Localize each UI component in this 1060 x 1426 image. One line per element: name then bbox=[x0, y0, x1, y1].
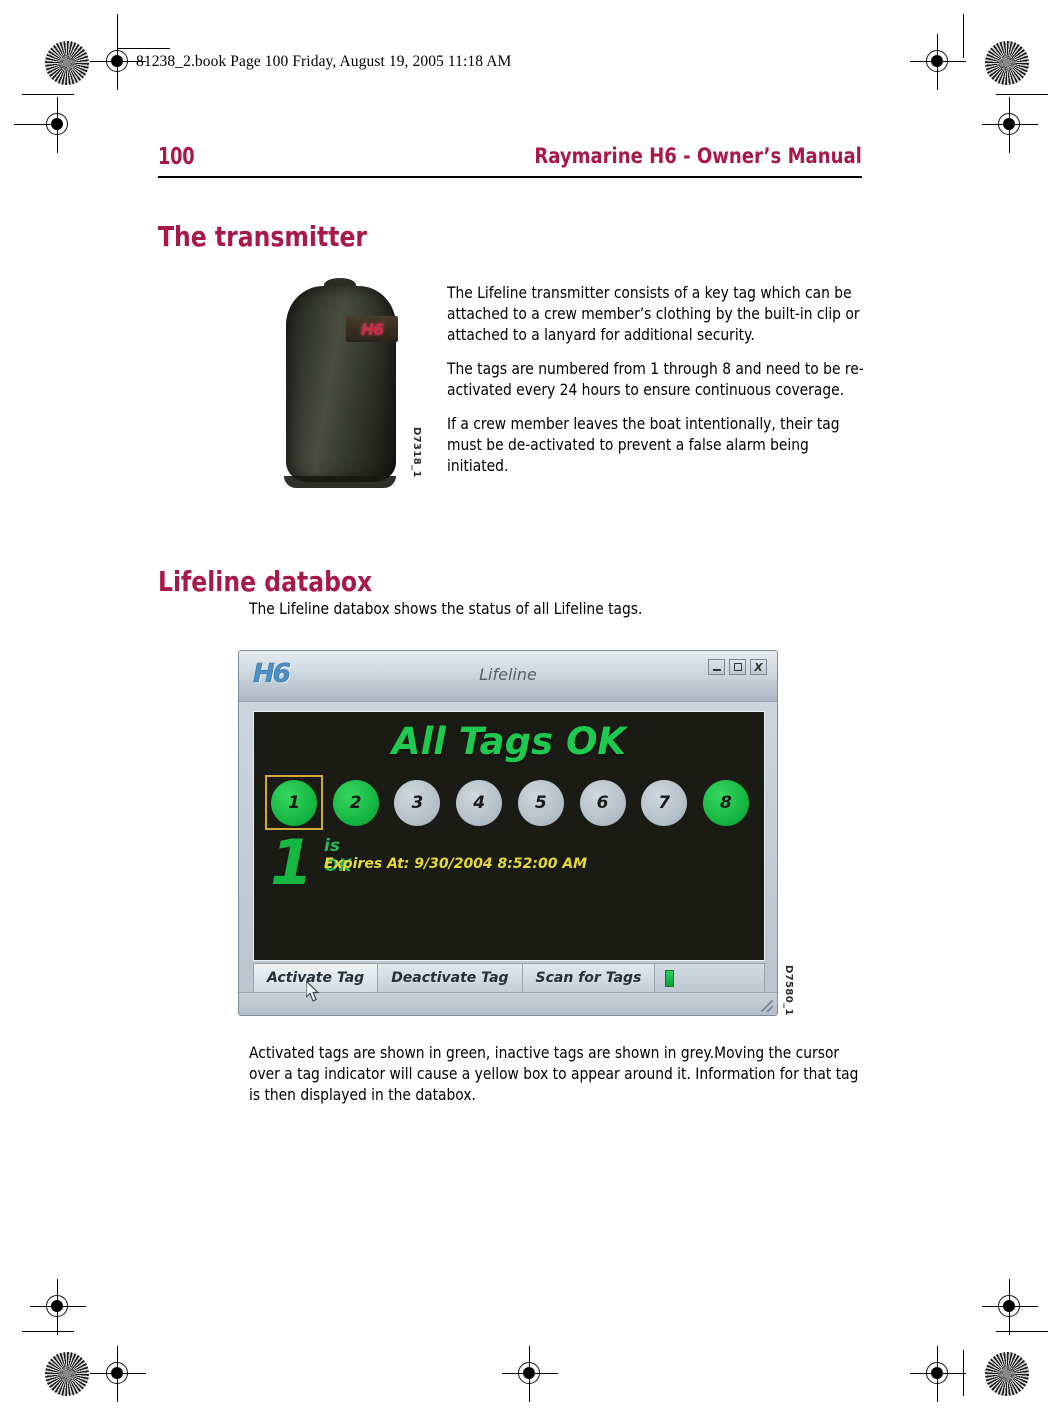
scan-active-indicator-icon bbox=[665, 969, 675, 987]
close-button[interactable]: X bbox=[750, 659, 767, 675]
tag-dot-label: 5 bbox=[517, 780, 564, 826]
status-banner: All Tags OK bbox=[391, 720, 627, 763]
databox-lead-text: The Lifeline databox shows the status of… bbox=[249, 598, 849, 632]
lifeline-databox-figure: H6 Lifeline X All Tags OK 1 2 3 4 5 6 7 … bbox=[238, 650, 794, 1022]
registration-mark-right-upper bbox=[982, 97, 1038, 153]
print-starburst-mark-top-right bbox=[985, 41, 1029, 85]
databox-closing-text: Activated tags are shown in green, inact… bbox=[249, 1042, 869, 1118]
transmitter-body-text: The Lifeline transmitter consists of a k… bbox=[447, 282, 867, 490]
trim-line-top-right-v bbox=[963, 14, 965, 58]
databox-toolbar: Activate Tag Deactivate Tag Scan for Tag… bbox=[253, 963, 765, 993]
tag-indicator-7[interactable]: 7 bbox=[638, 777, 690, 829]
header-rule bbox=[158, 176, 862, 178]
tag-indicator-8[interactable]: 8 bbox=[700, 777, 752, 829]
paragraph: The Lifeline databox shows the status of… bbox=[249, 599, 643, 618]
transmitter-base bbox=[284, 476, 396, 488]
tag-indicator-5[interactable]: 5 bbox=[515, 777, 567, 829]
resize-grip-icon[interactable] bbox=[761, 1000, 773, 1012]
tag-indicator-4[interactable]: 4 bbox=[453, 777, 505, 829]
minimize-button[interactable] bbox=[708, 659, 725, 675]
tag-indicator-row: 1 2 3 4 5 6 7 8 bbox=[265, 775, 752, 830]
tag-indicator-3[interactable]: 3 bbox=[391, 777, 443, 829]
tag-dot-label: 1 bbox=[271, 780, 317, 826]
transmitter-h6-logo: H6 bbox=[346, 316, 398, 342]
registration-mark-right-lower bbox=[982, 1279, 1038, 1335]
deactivate-tag-button[interactable]: Deactivate Tag bbox=[378, 964, 523, 992]
trim-line-left-upper bbox=[14, 124, 62, 126]
section-heading-lifeline-databox: Lifeline databox bbox=[158, 564, 373, 598]
figure-caption-databox: D7580_1 bbox=[783, 965, 794, 1016]
registration-mark-bottom-center bbox=[502, 1346, 558, 1402]
tag-dot-label: 4 bbox=[456, 780, 503, 826]
window-controls: X bbox=[708, 659, 767, 675]
lifeline-window: H6 Lifeline X All Tags OK 1 2 3 4 5 6 7 … bbox=[238, 650, 778, 1016]
paragraph: The tags are numbered from 1 through 8 a… bbox=[447, 359, 864, 400]
paragraph: If a crew member leaves the boat intenti… bbox=[447, 414, 840, 476]
tag-detail-expires: Expires At: 9/30/2004 8:52:00 AM bbox=[324, 856, 588, 872]
print-slug: 81238_2.book Page 100 Friday, August 19,… bbox=[136, 53, 512, 70]
registration-mark-bottom-right bbox=[910, 1346, 966, 1402]
trim-line-bottom-right-v bbox=[963, 1350, 965, 1396]
trim-line-top-left-h bbox=[118, 48, 170, 50]
tag-indicator-1[interactable]: 1 bbox=[265, 775, 323, 830]
registration-mark-top-right bbox=[910, 34, 966, 90]
trim-line-right-upper bbox=[996, 94, 1048, 96]
tag-indicator-6[interactable]: 6 bbox=[577, 777, 629, 829]
transmitter-figure: H6 D7318_1 bbox=[268, 278, 422, 490]
tag-dot-label: 2 bbox=[332, 780, 379, 826]
window-titlebar: H6 Lifeline X bbox=[239, 651, 777, 702]
maximize-icon bbox=[733, 663, 742, 671]
tag-dot-label: 8 bbox=[702, 780, 749, 826]
trim-line-left-upper-top bbox=[22, 94, 74, 96]
scan-for-tags-button[interactable]: Scan for Tags bbox=[522, 964, 656, 992]
print-starburst-mark-bottom-right bbox=[985, 1352, 1029, 1396]
section-heading-transmitter: The transmitter bbox=[158, 219, 368, 253]
databox-display: All Tags OK 1 2 3 4 5 6 7 8 1 is OK Expi… bbox=[253, 711, 765, 961]
running-head: 100 Raymarine H6 - Owner’s Manual bbox=[158, 144, 862, 170]
print-starburst-mark-top-left bbox=[45, 41, 89, 85]
print-starburst-mark-bottom-left bbox=[45, 1352, 89, 1396]
paragraph: The Lifeline transmitter consists of a k… bbox=[447, 283, 860, 345]
trim-line-bottom-left-v bbox=[117, 1350, 119, 1396]
trim-line-left-lower bbox=[22, 1331, 74, 1333]
tag-detail-number: 1 bbox=[270, 826, 314, 899]
paragraph: Activated tags are shown in green, inact… bbox=[249, 1043, 859, 1105]
tag-dot-label: 3 bbox=[394, 780, 441, 826]
trim-line-top-left-v bbox=[117, 14, 119, 58]
manual-title: Raymarine H6 - Owner’s Manual bbox=[534, 144, 862, 168]
maximize-button[interactable] bbox=[729, 659, 746, 675]
registration-mark-left-lower bbox=[30, 1279, 86, 1335]
mouse-cursor-icon bbox=[306, 981, 320, 1002]
page-number: 100 bbox=[158, 144, 195, 170]
tag-dot-label: 6 bbox=[579, 780, 626, 826]
close-icon: X bbox=[754, 660, 763, 674]
tag-dot-label: 7 bbox=[641, 780, 688, 826]
transmitter-body: H6 bbox=[286, 286, 398, 482]
trim-line-right-lower bbox=[996, 1331, 1048, 1333]
minimize-icon bbox=[712, 669, 721, 671]
window-title: Lifeline bbox=[479, 665, 537, 684]
tag-indicator-2[interactable]: 2 bbox=[330, 777, 382, 829]
scan-indicator-wrap bbox=[655, 964, 684, 992]
figure-caption-transmitter: D7318_1 bbox=[411, 427, 422, 478]
